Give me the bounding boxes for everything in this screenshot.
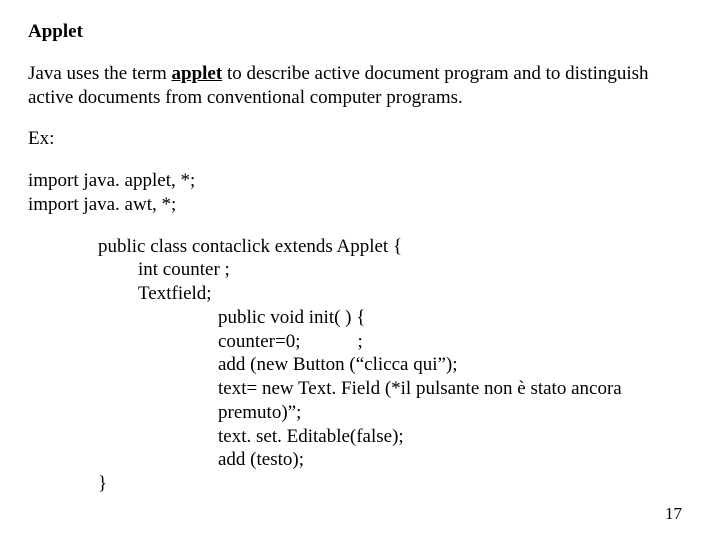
code-line-7: text= new Text. Field (*il pulsante non …	[218, 377, 692, 425]
code-line-2: int counter ;	[138, 258, 692, 282]
code-line-3: Textfield;	[138, 282, 692, 306]
para-pre: Java uses the term	[28, 63, 172, 84]
code-line-6: add (new Button (“clicca qui”);	[218, 353, 692, 377]
import-line-2: import java. awt, *;	[28, 193, 692, 217]
para-line2: active documents from conventional compu…	[28, 87, 463, 108]
code-line-8: text. set. Editable(false);	[218, 425, 692, 449]
page-number: 17	[665, 503, 682, 524]
code-line-9: add (testo);	[218, 448, 692, 472]
paragraph-body: Java uses the term applet to describe ac…	[28, 62, 692, 110]
import-line-1: import java. applet, *;	[28, 169, 692, 193]
para-bold-applet: applet	[172, 63, 223, 84]
code-line-1: public class contaclick extends Applet {	[98, 235, 692, 259]
heading-applet: Applet	[28, 20, 692, 44]
code-line-10: }	[98, 472, 692, 496]
import-lines: import java. applet, *; import java. awt…	[28, 169, 692, 217]
slide-page: Applet Java uses the term applet to desc…	[0, 0, 720, 540]
code-line-5: counter=0; ;	[218, 330, 692, 354]
code-block: public class contaclick extends Applet {…	[98, 235, 692, 496]
example-label: Ex:	[28, 127, 692, 151]
para-post: to describe active document program and …	[222, 63, 648, 84]
code-line-4: public void init( ) {	[218, 306, 692, 330]
